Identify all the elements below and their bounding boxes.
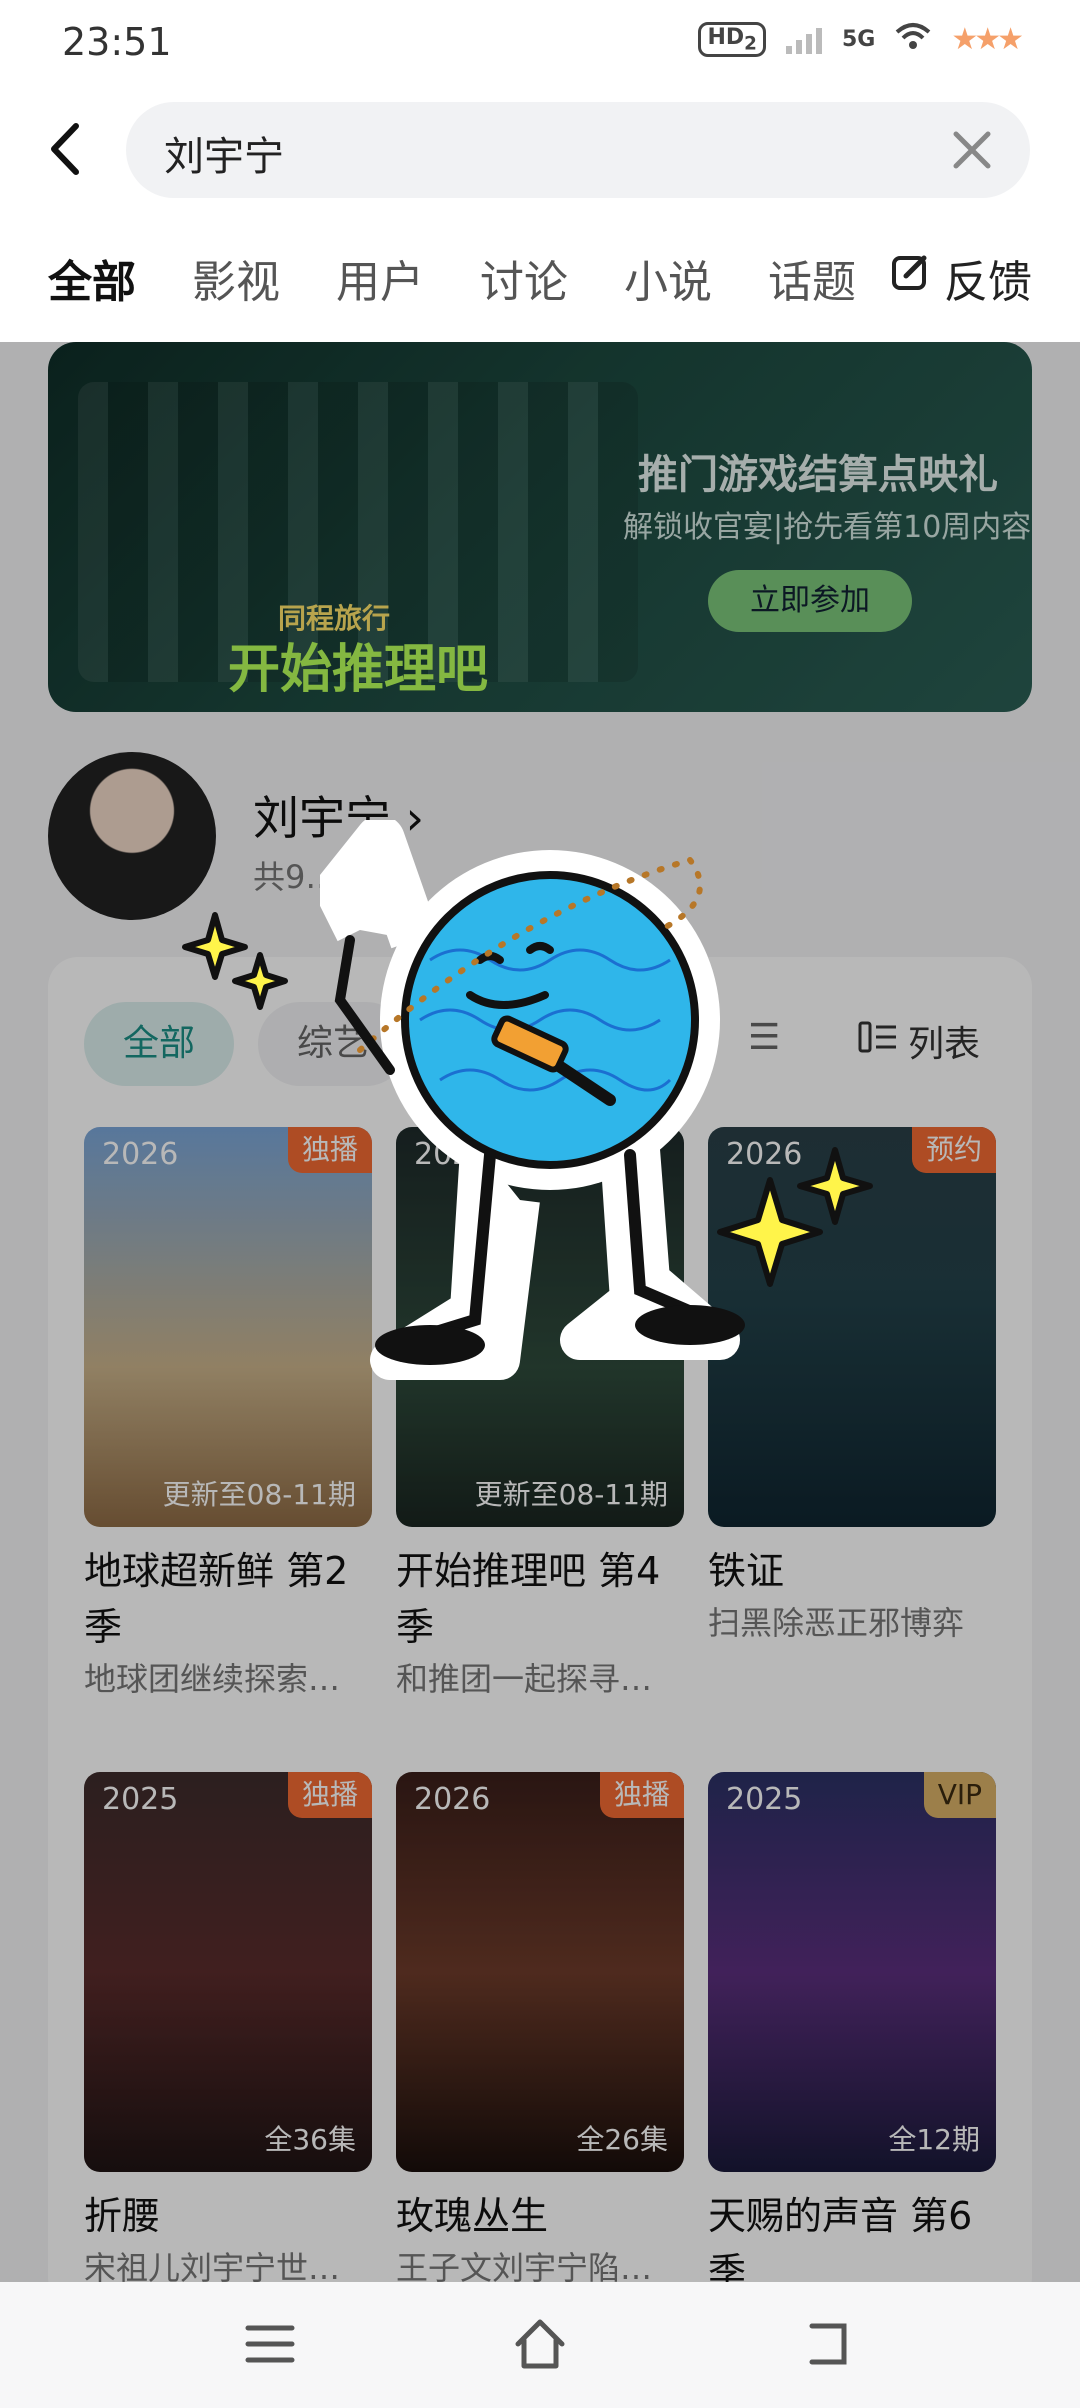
clear-icon[interactable]	[950, 128, 994, 172]
tab-users[interactable]: 用户	[336, 246, 424, 310]
tab-discussion[interactable]: 讨论	[480, 246, 568, 310]
edit-icon	[890, 252, 932, 305]
back-nav-icon[interactable]	[794, 2312, 858, 2376]
battery-icon: ★★★	[951, 22, 1024, 58]
search-tabs: 全部 影视 用户 讨论 小说 话题 反馈	[0, 236, 1080, 346]
menu-icon[interactable]	[238, 2312, 302, 2376]
planet-sticker[interactable]	[315, 815, 790, 1420]
tab-all[interactable]: 全部	[48, 246, 136, 310]
system-nav-bar	[0, 2282, 1080, 2408]
status-time: 23:51	[62, 20, 172, 64]
network-5g-icon: 5G	[841, 27, 876, 53]
signal-weak-icon	[785, 26, 822, 54]
home-icon[interactable]	[508, 2312, 572, 2376]
status-bar: 23:51 HD2 5G ★★★	[0, 0, 1080, 90]
tab-video[interactable]: 影视	[192, 246, 280, 310]
sparkle-icon	[180, 905, 290, 1019]
wifi-icon	[895, 22, 931, 57]
sparkle-icon	[710, 1140, 880, 1314]
back-button[interactable]	[46, 122, 86, 176]
search-input[interactable]: 刘宇宁	[126, 102, 1030, 198]
tab-novel[interactable]: 小说	[624, 246, 712, 310]
search-query: 刘宇宁	[164, 134, 284, 180]
hd-icon: HD2	[698, 22, 766, 58]
tab-topic[interactable]: 话题	[768, 246, 856, 310]
status-icons: HD2 5G ★★★	[698, 22, 1024, 58]
feedback-button[interactable]: 反馈	[890, 246, 1032, 310]
